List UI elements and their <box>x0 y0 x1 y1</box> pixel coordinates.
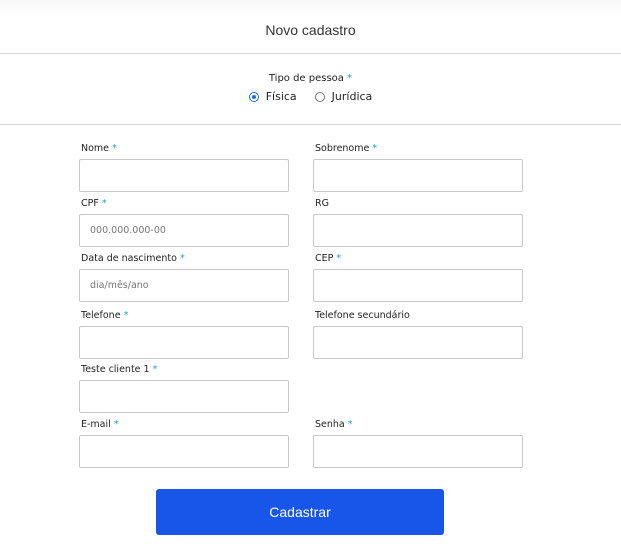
nome-field: Nome * <box>79 143 289 192</box>
required-mark: * <box>123 310 129 321</box>
rg-input[interactable] <box>313 214 523 247</box>
telefone-input[interactable] <box>79 326 289 359</box>
teste-cliente-input[interactable] <box>79 380 289 413</box>
rg-label-text: RG <box>315 198 329 209</box>
cpf-label: CPF * <box>79 198 289 212</box>
person-type-label-text: Tipo de pessoa <box>268 73 344 84</box>
sobrenome-field: Sobrenome * <box>313 143 523 192</box>
required-mark: * <box>152 364 158 375</box>
page-title: Novo cadastro <box>265 22 356 38</box>
email-input[interactable] <box>79 435 289 468</box>
telefone-label: Telefone * <box>79 310 289 324</box>
telefone-secundario-label: Telefone secundário <box>313 310 523 324</box>
radio-fisica[interactable] <box>248 91 259 102</box>
password-input[interactable] <box>313 435 523 468</box>
email-label: E-mail * <box>79 419 289 433</box>
radio-fisica-label: Física <box>265 90 297 103</box>
senha-label-text: Senha <box>315 419 345 430</box>
page-header: Novo cadastro <box>0 0 621 54</box>
senha-label: Senha * <box>313 419 523 433</box>
rg-label: RG <box>313 198 523 212</box>
rg-field: RG <box>313 198 523 247</box>
teste-cliente-field: Teste cliente 1 * <box>79 364 289 413</box>
person-type-section: Tipo de pessoa * Física Jurídica <box>0 55 621 125</box>
cep-field: CEP * <box>313 253 523 302</box>
sobrenome-input[interactable] <box>313 159 523 192</box>
nascimento-label: Data de nascimento * <box>79 253 289 267</box>
teste-cliente-label: Teste cliente 1 * <box>79 364 289 378</box>
telefone-label-text: Telefone <box>81 310 121 321</box>
email-field: E-mail * <box>79 419 289 468</box>
teste-cliente-label-text: Teste cliente 1 <box>81 364 150 375</box>
cpf-label-text: CPF <box>81 198 99 209</box>
email-label-text: E-mail <box>81 419 111 430</box>
radio-option-fisica[interactable]: Física <box>248 90 297 103</box>
required-mark: * <box>113 419 119 430</box>
submit-button[interactable]: Cadastrar <box>156 489 444 535</box>
required-mark: * <box>347 73 353 84</box>
birthdate-input[interactable] <box>79 269 289 302</box>
senha-field: Senha * <box>313 419 523 468</box>
telefone-field: Telefone * <box>79 310 289 359</box>
required-mark: * <box>101 198 107 209</box>
cpf-input[interactable] <box>79 214 289 247</box>
sobrenome-label: Sobrenome * <box>313 143 523 157</box>
required-mark: * <box>347 419 353 430</box>
cep-label-text: CEP <box>315 253 334 264</box>
cep-label: CEP * <box>313 253 523 267</box>
required-mark: * <box>112 143 117 154</box>
radio-option-juridica[interactable]: Jurídica <box>314 90 373 103</box>
sobrenome-label-text: Sobrenome <box>315 143 370 154</box>
nome-input[interactable] <box>79 159 289 192</box>
nascimento-field: Data de nascimento * <box>79 253 289 302</box>
required-mark: * <box>179 253 185 264</box>
cpf-field: CPF * <box>79 198 289 247</box>
telefone-secundario-label-text: Telefone secundário <box>315 310 410 321</box>
required-mark: * <box>336 253 342 264</box>
required-mark: * <box>372 143 378 154</box>
nascimento-label-text: Data de nascimento <box>81 253 177 264</box>
nome-label-text: Nome <box>81 143 110 154</box>
person-type-radio-group: Física Jurídica <box>0 90 621 103</box>
cep-input[interactable] <box>313 269 523 302</box>
telefone-secundario-field: Telefone secundário <box>313 310 523 359</box>
person-type-label: Tipo de pessoa * <box>0 73 621 84</box>
nome-label: Nome * <box>79 143 289 157</box>
telefone-secundario-input[interactable] <box>313 326 523 359</box>
radio-juridica[interactable] <box>314 91 325 102</box>
radio-juridica-label: Jurídica <box>331 90 373 103</box>
